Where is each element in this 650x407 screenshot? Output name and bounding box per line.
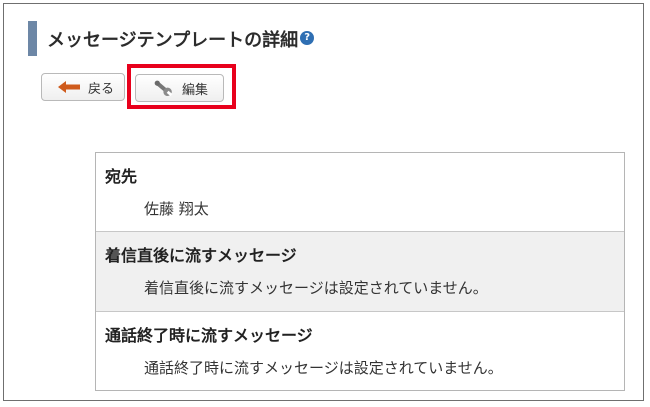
incoming-message-section: 着信直後に流すメッセージ 着信直後に流すメッセージは設定されていません。 (96, 231, 624, 311)
page-header: メッセージテンプレートの詳細 ? (28, 21, 315, 56)
call-end-message-section: 通話終了時に流すメッセージ 通話終了時に流すメッセージは設定されていません。 (96, 311, 624, 392)
section-label: 通話終了時に流すメッセージ (105, 326, 313, 345)
section-label: 宛先 (105, 167, 138, 186)
edit-button-label: 編集 (182, 82, 209, 98)
help-icon[interactable]: ? (300, 30, 315, 45)
arrow-left-icon (58, 81, 80, 93)
section-label: 着信直後に流すメッセージ (105, 246, 297, 265)
page-frame: メッセージテンプレートの詳細 ? 戻る 編集 宛先 佐藤 翔太 着信直後に流すメ… (3, 3, 644, 401)
detail-table: 宛先 佐藤 翔太 着信直後に流すメッセージ 着信直後に流すメッセージは設定されて… (95, 152, 625, 391)
edit-button[interactable]: 編集 (135, 74, 224, 102)
section-value: 佐藤 翔太 (144, 200, 209, 218)
recipient-section: 宛先 佐藤 翔太 (96, 153, 624, 231)
section-value: 着信直後に流すメッセージは設定されていません。 (144, 279, 488, 297)
back-button[interactable]: 戻る (41, 73, 125, 101)
title-accent-bar (28, 21, 37, 56)
wrench-icon (154, 80, 173, 97)
back-button-label: 戻る (88, 81, 115, 97)
section-value: 通話終了時に流すメッセージは設定されていません。 (144, 359, 503, 377)
page-title: メッセージテンプレートの詳細 (47, 29, 299, 51)
